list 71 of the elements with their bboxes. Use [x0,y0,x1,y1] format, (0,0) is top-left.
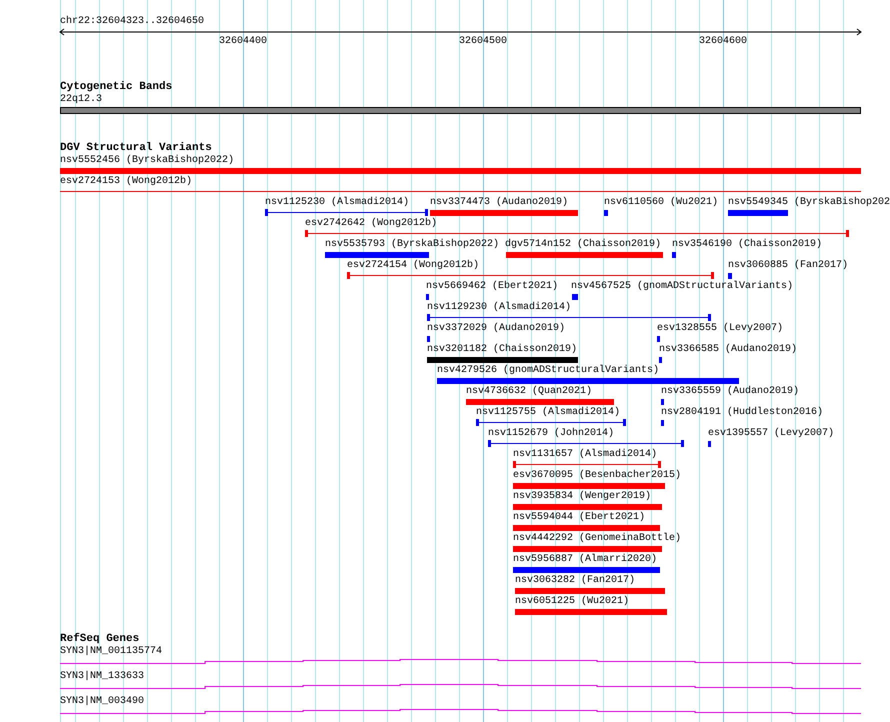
variant-label: nsv3060885 (Fan2017) [728,260,848,272]
variant-label: nsv4567525 (gnomADStructuralVariants) [571,280,794,293]
gene-line[interactable] [60,709,861,716]
variant-bar[interactable] [661,420,664,426]
variant-label: nsv3366585 (Audano2019) [659,344,798,356]
variant-bar[interactable] [572,294,578,300]
variant-label: esv2742642 (Wong2012b) [305,218,438,230]
variant-label: nsv6051225 (Wu2021) [515,596,630,608]
variant-label: esv1328555 (Levy2007) [657,322,784,335]
variant-label: esv2724154 (Wong2012b) [347,260,480,272]
variant-label: nsv1125230 (Alsmadi2014) [265,196,410,209]
variant-label: nsv5956887 (Almarri2020) [513,554,658,566]
variant-bar[interactable] [427,336,430,342]
variant-label: nsv5594044 (Ebert2021) [513,512,646,524]
variant-label: nsv3374473 (Audano2019) [430,196,568,209]
variant-bar[interactable] [426,294,429,300]
variant-span[interactable] [513,460,661,468]
variant-label: nsv3365559 (Audano2019) [661,386,800,398]
track-title: RefSeq Genes [60,633,140,646]
variant-label: nsv3935834 (Wenger2019) [513,490,652,503]
variant-bar[interactable] [659,356,662,363]
track-title: Cytogenetic Bands [60,80,172,94]
tick-label: 32604600 [699,36,748,48]
variant-bar[interactable] [437,378,739,384]
variant-bar[interactable] [728,210,788,216]
variant-label: esv1395557 (Levy2007) [708,428,834,440]
variant-bar[interactable] [657,336,660,342]
variant-bar[interactable] [708,440,711,447]
variant-label: nsv1125755 (Alsmadi2014) [476,406,620,419]
variant-label: esv3670095 (Besenbacher2015) [513,470,682,482]
variant-label: nsv5535793 (ByrskaBishop2022) [325,238,500,251]
variant-bar[interactable] [427,356,578,363]
variant-bar[interactable] [728,272,732,279]
variant-label: nsv5552456 (ByrskaBishop2022) [60,154,234,167]
variant-label: nsv1131657 (Alsmadi2014) [513,448,658,461]
variant-label: nsv2804191 (Huddleston2016) [661,406,824,419]
tick-label: 32604400 [219,36,268,48]
variant-bar[interactable] [672,252,676,258]
variant-span[interactable] [347,272,714,279]
variant-bar[interactable] [513,566,660,573]
variant-label: nsv3546190 (Chaisson2019) [672,238,822,251]
tick-label: 32604500 [459,36,508,48]
variant-span[interactable] [305,230,849,237]
variant-span[interactable] [265,208,428,216]
gene-line[interactable] [60,659,861,666]
variant-label: nsv4442292 (GenomeinaBottle) [513,532,682,545]
variant-label: nsv6110560 (Wu2021) [604,196,718,209]
track-title: DGV Structural Variants [60,142,212,154]
gene-label: SYN3|NM_133633 [60,671,144,684]
variant-label: nsv3063282 (Fan2017) [515,574,636,587]
variant-label: nsv3372029 (Audano2019) [427,322,566,335]
variant-label: nsv4736632 (Quan2021) [466,386,592,398]
variant-span[interactable] [427,314,711,321]
variant-label: nsv3201182 (Chaisson2019) [427,344,578,356]
band-label: 22q12.3 [60,94,102,106]
variant-label: nsv4279526 (gnomADStructuralVariants) [437,364,660,377]
variant-span[interactable] [488,440,684,447]
variant-bar[interactable] [661,398,664,405]
variant-span[interactable] [476,418,626,426]
variant-label: nsv5669462 (Ebert2021) [426,280,558,293]
variant-label: esv2724153 (Wong2012b) [60,176,192,188]
variant-bar[interactable] [325,252,429,258]
variant-label: dgv5714n152 (Chaisson2019) [505,238,662,251]
variant-label: nsv5549345 (ByrskaBishop202 [728,196,890,209]
variant-label: nsv1129230 (Alsmadi2014) [427,302,572,314]
location-label: chr22:32604323..32604650 [60,16,204,28]
gene-line[interactable] [60,684,861,690]
variant-bar[interactable] [604,210,608,216]
variant-label: nsv1152679 (John2014) [488,428,614,440]
gene-label: SYN3|NM_003490 [60,696,144,708]
gene-label: SYN3|NM_001135774 [60,646,162,658]
